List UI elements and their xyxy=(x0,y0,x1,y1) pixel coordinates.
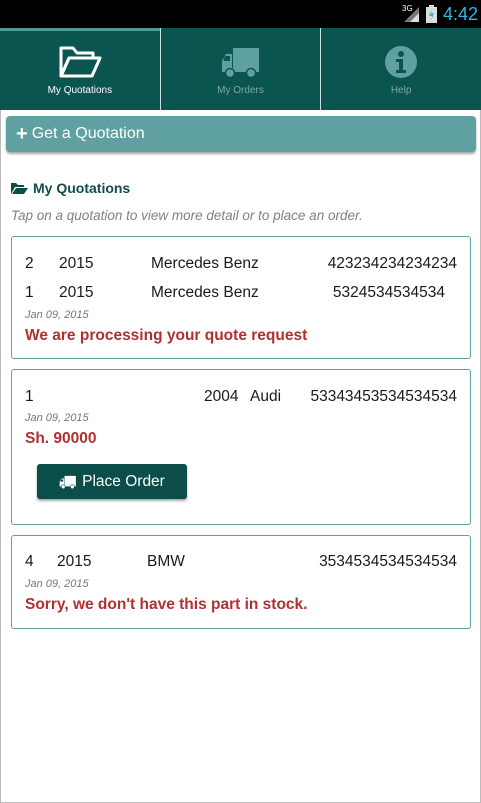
status-time: 4:42 xyxy=(443,4,479,24)
tab-bar: My Quotations My Orders Help xyxy=(0,28,481,110)
place-order-label: Place Order xyxy=(82,472,165,490)
item-year: 2015 xyxy=(59,284,94,301)
item-part-number: 423234234234234 xyxy=(327,255,457,272)
network-type: 3G xyxy=(402,4,413,13)
tab-my-orders[interactable]: My Orders xyxy=(161,28,322,110)
quotation-item: 1 2015 Mercedes Benz 5324534534534 xyxy=(25,284,457,304)
battery-icon xyxy=(426,5,437,23)
section-title-label: My Quotations xyxy=(33,180,131,196)
item-qty: 1 xyxy=(25,388,34,405)
item-year: 2015 xyxy=(59,255,94,272)
quotation-card[interactable]: 4 2015 BMW 3534534534534534 Jan 09, 2015… xyxy=(11,535,471,629)
item-make: Mercedes Benz xyxy=(151,255,259,272)
quotation-status: We are processing your quote request xyxy=(25,327,308,344)
status-bar: 3G 4:42 xyxy=(0,0,481,28)
folder-open-icon xyxy=(11,182,28,194)
item-make: Audi xyxy=(250,388,282,405)
quotation-date: Jan 09, 2015 xyxy=(25,412,89,424)
item-part-number: 3534534534534534 xyxy=(319,553,457,570)
hint-text: Tap on a quotation to view more detail o… xyxy=(11,208,363,223)
item-qty: 4 xyxy=(25,553,34,570)
quotation-date: Jan 09, 2015 xyxy=(25,578,89,590)
quotation-status: Sorry, we don't have this part in stock. xyxy=(25,596,308,613)
screen-edge xyxy=(0,110,1,803)
info-icon xyxy=(384,42,418,82)
get-quotation-label: Get a Quotation xyxy=(31,125,145,142)
item-part-number: 5324534534534 xyxy=(332,284,445,301)
item-year: 2015 xyxy=(57,553,92,570)
get-quotation-button[interactable]: + Get a Quotation xyxy=(6,116,476,152)
quotation-price: Sh. 90000 xyxy=(25,430,97,447)
quotation-item: 1 2004 Audi 53343453534534534 xyxy=(25,388,457,408)
place-order-button[interactable]: Place Order xyxy=(37,464,187,499)
item-make: BMW xyxy=(147,553,185,570)
item-year: 2004 xyxy=(204,388,239,405)
item-make: Mercedes Benz xyxy=(151,284,259,301)
quotation-date: Jan 09, 2015 xyxy=(25,309,89,321)
item-qty: 1 xyxy=(25,284,34,301)
quotation-card[interactable]: 2 2015 Mercedes Benz 423234234234234 1 2… xyxy=(11,236,471,359)
tab-help[interactable]: Help xyxy=(321,28,481,110)
quotation-card[interactable]: 1 2004 Audi 53343453534534534 Jan 09, 20… xyxy=(11,369,471,525)
tab-label: My Quotations xyxy=(47,85,113,96)
truck-icon xyxy=(221,42,261,82)
truck-icon xyxy=(59,475,77,489)
quotation-item: 2 2015 Mercedes Benz 423234234234234 xyxy=(25,255,457,275)
item-part-number: 53343453534534534 xyxy=(310,388,457,405)
tab-label: Help xyxy=(390,85,412,96)
item-qty: 2 xyxy=(25,255,34,272)
tab-my-quotations[interactable]: My Quotations xyxy=(0,28,161,110)
folder-open-icon xyxy=(58,42,102,82)
tab-label: My Orders xyxy=(217,85,264,96)
section-title: My Quotations xyxy=(11,180,130,196)
plus-icon: + xyxy=(16,123,28,145)
quotation-item: 4 2015 BMW 3534534534534534 xyxy=(25,553,457,573)
